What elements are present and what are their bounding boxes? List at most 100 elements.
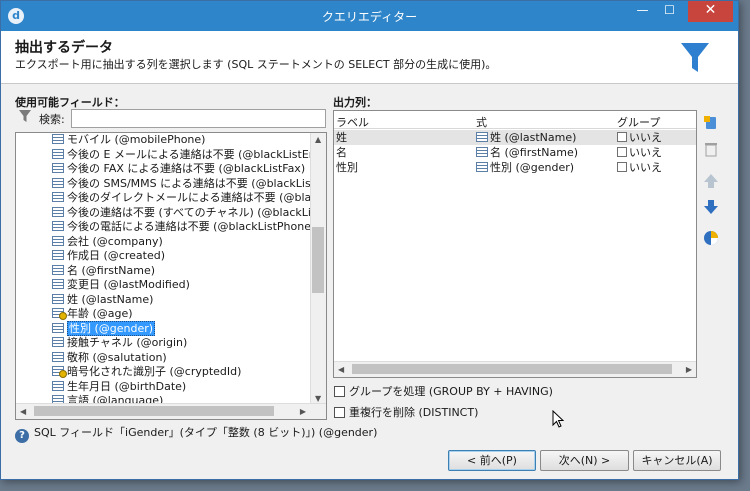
row-group-text: いいえ (629, 131, 662, 144)
grid-row[interactable]: 姓 姓 (@lastName) いいえ (334, 130, 696, 145)
grid-horizontal-scroll-thumb[interactable] (352, 364, 672, 374)
distribution-icon[interactable] (702, 229, 720, 247)
grid-row[interactable]: 名 名 (@firstName) いいえ (334, 145, 696, 160)
row-label[interactable]: 性別 (336, 160, 358, 175)
available-fields-tree[interactable]: モバイル (@mobilePhone) 今後の E メールによる連絡は不要 (@b… (15, 132, 327, 420)
group-checkbox[interactable] (617, 162, 627, 172)
tree-item-label: 今後の SMS/MMS による連絡は不要 (@blackListMobile) (67, 176, 327, 190)
tree-item[interactable]: 今後の連絡は不要 (すべてのチャネル) (@blackList) (52, 206, 325, 221)
row-label[interactable]: 名 (336, 145, 347, 160)
available-fields-label: 使用可能フィールド： (15, 96, 125, 109)
tree-horizontal-scroll-thumb[interactable] (34, 406, 274, 416)
tree-item[interactable]: 今後の電話による連絡は不要 (@blackListPhone) (52, 220, 315, 235)
field-icon (52, 250, 64, 260)
tree-item[interactable]: 今後の FAX による連絡は不要 (@blackListFax) (52, 162, 305, 177)
scroll-right-arrow-icon[interactable]: ▶ (300, 407, 306, 416)
distinct-option[interactable]: 重複行を削除 (DISTINCT) (334, 404, 478, 420)
row-expression-text: 性別 (@gender) (490, 161, 575, 174)
funnel-icon (681, 43, 709, 72)
move-down-icon[interactable] (702, 198, 720, 216)
tree-item-label: 今後のダイレクトメールによる連絡は不要 (@blackListPostalMai… (67, 191, 326, 204)
row-expression[interactable]: 名 (@firstName) (476, 145, 578, 160)
key-field-icon (52, 308, 67, 320)
search-label: 検索: (39, 113, 65, 126)
distinct-checkbox[interactable] (334, 407, 345, 418)
tree-item[interactable]: 今後の E メールによる連絡は不要 (@blackListEmail) (52, 147, 327, 163)
group-by-label: グループを処理 (GROUP BY + HAVING) (349, 385, 553, 398)
tree-item-label: 敬称 (@salutation) (67, 350, 167, 364)
tree-item-selected[interactable]: 性別 (@gender) (52, 320, 156, 337)
field-icon (476, 132, 488, 142)
row-expression[interactable]: 性別 (@gender) (476, 160, 574, 175)
scroll-up-arrow-icon[interactable]: ▲ (315, 135, 321, 144)
field-icon (52, 192, 64, 202)
tree-item-label: 姓 (@lastName) (67, 292, 154, 306)
next-button[interactable]: 次へ(N) > (540, 450, 629, 471)
prev-button[interactable]: < 前へ(P) (448, 450, 536, 471)
move-up-icon[interactable] (702, 172, 720, 190)
tree-item[interactable]: 変更日 (@lastModified) (52, 278, 190, 293)
maximize-button[interactable]: ☐ (656, 1, 683, 22)
help-icon: ? (15, 429, 29, 443)
row-group[interactable]: いいえ (617, 160, 662, 175)
tree-item-label: 今後の E メールによる連絡は不要 (@blackListEmail) (67, 147, 327, 161)
field-icon (52, 148, 64, 159)
cancel-button[interactable]: キャンセル(A) (633, 450, 721, 471)
tree-item[interactable]: 名 (@firstName) (52, 264, 155, 279)
scroll-down-arrow-icon[interactable]: ▼ (315, 394, 321, 403)
tree-item-label: 今後の FAX による連絡は不要 (@blackListFax) (67, 162, 306, 175)
field-icon (476, 147, 488, 157)
field-icon (52, 163, 64, 173)
group-by-checkbox[interactable] (334, 386, 345, 397)
title-bar[interactable]: d クエリエディター — ☐ ✕ (1, 1, 738, 31)
tree-item[interactable]: 今後の SMS/MMS による連絡は不要 (@blackListMobile) (52, 176, 327, 192)
scroll-right-arrow-icon[interactable]: ▶ (686, 365, 692, 374)
status-text: SQL フィールド「iGender」(タイプ「整数 (8 ビット)」) (@ge… (34, 426, 378, 439)
column-header-group[interactable]: グループ (617, 114, 660, 130)
field-icon (52, 279, 64, 289)
column-header-expression[interactable]: 式 (476, 114, 487, 130)
tree-item[interactable]: 接触チャネル (@origin) (52, 336, 187, 351)
group-by-option[interactable]: グループを処理 (GROUP BY + HAVING) (334, 383, 553, 399)
field-icon (52, 293, 64, 304)
add-column-icon[interactable] (702, 114, 720, 132)
tree-item-label: 性別 (@gender) (67, 320, 156, 336)
scroll-left-arrow-icon[interactable]: ◀ (20, 407, 26, 416)
scroll-left-arrow-icon[interactable]: ◀ (338, 365, 344, 374)
tree-horizontal-scrollbar[interactable]: ◀ ▶ (16, 403, 326, 419)
row-group[interactable]: いいえ (617, 145, 662, 160)
tree-item[interactable]: 年齢 (@age) (52, 307, 133, 322)
field-icon (52, 351, 64, 362)
delete-icon[interactable] (702, 140, 720, 158)
wizard-header: 抽出するデータ エクスポート用に抽出する列を選択します (SQL ステートメント… (1, 31, 738, 84)
tree-item[interactable]: 今後のダイレクトメールによる連絡は不要 (@blackListPostalMai… (52, 191, 326, 206)
tree-item-label: 暗号化された識別子 (@cryptedId) (67, 365, 242, 378)
tree-item[interactable]: 作成日 (@created) (52, 249, 165, 264)
tree-item[interactable]: 姓 (@lastName) (52, 293, 153, 308)
search-input[interactable] (71, 109, 326, 128)
row-group[interactable]: いいえ (617, 130, 662, 145)
window-title: クエリエディター (321, 10, 418, 24)
tree-item[interactable]: 敬称 (@salutation) (52, 351, 167, 366)
grid-horizontal-scrollbar[interactable]: ◀ ▶ (334, 361, 696, 377)
column-header-label[interactable]: ラベル (336, 114, 369, 130)
tree-item-label: 今後の連絡は不要 (すべてのチャネル) (@blackList) (67, 205, 326, 219)
tree-vertical-scrollbar[interactable]: ▲ ▼ (310, 133, 326, 405)
tree-vertical-scroll-thumb[interactable] (312, 227, 324, 293)
row-label[interactable]: 姓 (336, 130, 347, 145)
tree-item[interactable]: 暗号化された識別子 (@cryptedId) (52, 365, 241, 380)
tree-item[interactable]: モバイル (@mobilePhone) (52, 133, 205, 148)
tree-item-label: 作成日 (@created) (67, 249, 165, 262)
tree-item[interactable]: 会社 (@company) (52, 235, 163, 250)
grid-row[interactable]: 性別 性別 (@gender) いいえ (334, 160, 696, 175)
close-button[interactable]: ✕ (688, 1, 733, 22)
tree-item[interactable]: 生年月日 (@birthDate) (52, 380, 186, 395)
row-expression[interactable]: 姓 (@lastName) (476, 130, 576, 145)
minimize-button[interactable]: — (629, 1, 656, 22)
group-checkbox[interactable] (617, 132, 627, 142)
field-icon (52, 235, 64, 246)
group-checkbox[interactable] (617, 147, 627, 157)
query-editor-window: d クエリエディター — ☐ ✕ 抽出するデータ エクスポート用に抽出する列を選… (0, 0, 739, 480)
field-icon (476, 162, 488, 172)
output-columns-grid[interactable]: ラベル 式 グループ 姓姓 (@lastName) いいえ名名 (@firstNa… (333, 110, 697, 378)
